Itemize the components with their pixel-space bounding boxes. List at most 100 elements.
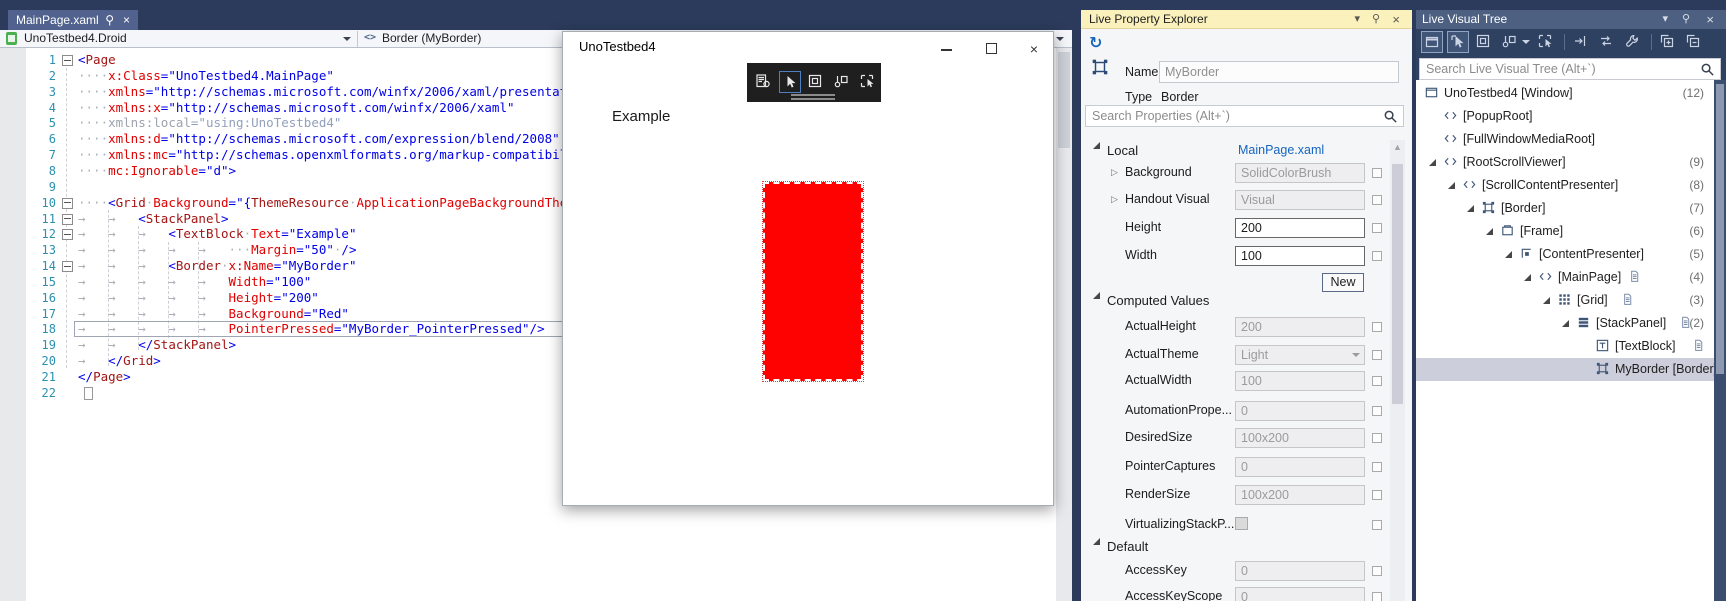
display-layout-adorners-icon[interactable] [1473,31,1495,53]
lvt-scrollbar-thumb[interactable] [1716,84,1724,374]
lvt-search-input[interactable] [1420,59,1720,79]
project-selector[interactable]: UnoTestbed4.Droid [24,31,127,45]
value-source-checkbox[interactable] [1372,168,1382,178]
lvt-search-box[interactable] [1419,58,1721,80]
property-value-input[interactable]: 200 [1235,218,1365,238]
tree-item[interactable]: UnoTestbed4 [Window] (12) [1416,82,1714,105]
show-element-from-selection-icon[interactable] [1535,31,1557,53]
tree-expander-icon[interactable] [1524,274,1531,281]
search-icon[interactable] [1700,62,1715,77]
tree-item[interactable]: [ContentPresenter] (5) [1416,243,1714,266]
select-window-icon[interactable] [1421,31,1443,53]
display-layout-adorners-icon[interactable] [805,71,827,93]
value-source-checkbox[interactable] [1372,376,1382,386]
scroll-up-icon[interactable]: ▲ [1390,140,1405,154]
value-source-checkbox[interactable] [1372,406,1382,416]
tree-item[interactable]: [MainPage] (4) [1416,266,1714,289]
lvt-title-bar[interactable]: Live Visual Tree ▾ ⚲ × [1416,10,1726,29]
pin-icon[interactable]: ⚲ [105,10,114,30]
lpe-section-header[interactable]: Default [1107,539,1148,554]
track-focused-element-icon[interactable] [831,71,853,93]
fold-collapse-icon[interactable] [62,261,73,273]
tree-item[interactable]: [StackPanel] (2) [1416,312,1714,335]
expand-all-icon[interactable] [1657,31,1679,53]
swap-icon[interactable] [1596,31,1618,53]
value-source-checkbox[interactable] [1372,566,1382,576]
value-source-checkbox[interactable] [1372,433,1382,443]
close-icon[interactable]: × [1392,13,1400,26]
tree-expander-icon[interactable] [1448,182,1455,189]
fold-collapse-icon[interactable] [62,197,73,209]
tree-expander-icon[interactable] [1429,159,1436,166]
toolbar-drag-handle[interactable] [791,94,835,100]
maximize-button[interactable] [976,38,1006,60]
section-expander-icon[interactable] [1093,142,1100,149]
go-to-live-visual-tree-icon[interactable] [753,71,775,93]
fold-collapse-icon[interactable] [62,213,73,225]
property-expander-icon[interactable]: ▷ [1111,195,1118,204]
value-source-checkbox[interactable] [1372,195,1382,205]
lpe-section-header[interactable]: Local [1107,143,1138,158]
tree-item[interactable]: [TextBlock] [1416,335,1714,358]
new-property-button[interactable]: New [1322,273,1364,292]
value-source-checkbox[interactable] [1372,592,1382,601]
settings-wrench-icon[interactable] [1622,31,1644,53]
name-input[interactable] [1159,61,1399,83]
document-tab[interactable]: MainPage.xaml ⚲ × [8,10,138,30]
enable-selection-icon[interactable] [1447,31,1469,53]
source-document-icon[interactable] [1692,339,1706,353]
tree-item[interactable]: MyBorder [Border] [1416,358,1717,381]
tree-expander-icon[interactable] [1467,205,1474,212]
source-document-icon[interactable] [1628,270,1642,284]
tree-item[interactable]: [PopupRoot] [1416,105,1714,128]
tree-item[interactable]: [Border] (7) [1416,197,1714,220]
section-expander-icon[interactable] [1093,538,1100,545]
tree-item[interactable]: [Frame] (6) [1416,220,1714,243]
close-button[interactable]: × [1019,38,1049,60]
chevron-down-icon[interactable]: ▾ [1662,13,1668,26]
value-source-checkbox[interactable] [1372,490,1382,500]
tree-item[interactable]: [RootScrollViewer] (9) [1416,151,1714,174]
element-selector[interactable]: Border (MyBorder) [382,31,481,45]
value-source-checkbox[interactable] [1372,251,1382,261]
fold-collapse-icon[interactable] [62,55,73,66]
chevron-down-icon[interactable] [343,37,351,41]
selection-mode-icon[interactable] [779,71,801,93]
close-icon[interactable]: × [123,10,130,30]
lpe-search-box[interactable] [1085,105,1404,127]
value-source-checkbox[interactable] [1372,350,1382,360]
search-icon[interactable] [1383,109,1398,124]
lpe-section-header[interactable]: Computed Values [1107,293,1209,308]
myborder-red-rectangle[interactable] [762,181,864,382]
value-source-checkbox[interactable] [1372,223,1382,233]
property-checkbox[interactable] [1235,517,1248,530]
show-element-from-selection-icon[interactable] [857,71,879,93]
tree-item[interactable]: [ScrollContentPresenter] (8) [1416,174,1714,197]
close-icon[interactable]: × [1706,13,1714,26]
lpe-title-bar[interactable]: Live Property Explorer ▾ ⚲ × [1081,10,1412,29]
tree-expander-icon[interactable] [1505,251,1512,258]
tree-item[interactable]: [Grid] (3) [1416,289,1714,312]
property-expander-icon[interactable]: ▷ [1111,168,1118,177]
tree-expander-icon[interactable] [1562,320,1569,327]
tree-expander-icon[interactable] [1543,297,1550,304]
refresh-icon[interactable]: ↻ [1089,35,1106,52]
fold-collapse-icon[interactable] [62,229,73,241]
value-source-checkbox[interactable] [1372,520,1382,530]
chevron-down-icon[interactable] [1056,37,1064,41]
lpe-scrollbar-thumb[interactable] [1392,164,1403,404]
lpe-search-input[interactable] [1086,106,1403,126]
property-value-input[interactable]: 100 [1235,246,1365,266]
value-source-checkbox[interactable] [1372,462,1382,472]
chevron-down-icon[interactable] [1522,40,1530,44]
go-to-source-icon[interactable] [1570,31,1592,53]
source-document-icon[interactable] [1621,293,1635,307]
collapse-all-icon[interactable] [1683,31,1705,53]
section-expander-icon[interactable] [1093,292,1100,299]
minimize-button[interactable] [931,38,961,60]
tree-item[interactable]: [FullWindowMediaRoot] [1416,128,1714,151]
editor-scrollbar-thumb[interactable] [1058,52,1070,148]
pin-icon[interactable]: ⚲ [1682,13,1690,26]
tree-expander-icon[interactable] [1486,228,1493,235]
pin-icon[interactable]: ⚲ [1372,13,1380,26]
